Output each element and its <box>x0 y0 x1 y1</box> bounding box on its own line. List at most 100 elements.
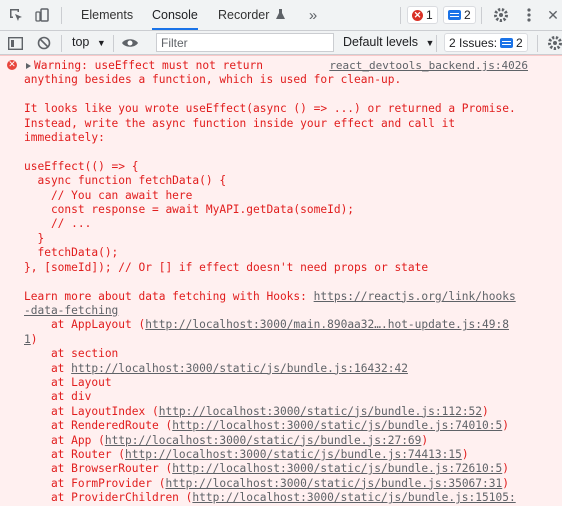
stack-frame-text: at LayoutIndex ( <box>24 404 159 418</box>
message-line: immediately: <box>24 131 105 145</box>
stack-frame-text: at RenderedRoute ( <box>24 419 173 433</box>
message-line: // ... <box>24 217 92 231</box>
stack-frame: at Layout <box>24 376 554 390</box>
console-toolbar: top ▼ Default levels ▼ 2 Issues: 2 <box>0 31 562 55</box>
tab-elements[interactable]: Elements <box>81 0 133 30</box>
stack-frame: at Router (http://localhost:3000/static/… <box>24 448 554 462</box>
stack-frame-link[interactable]: http://localhost:3000/static/js/bundle.j… <box>192 491 515 504</box>
more-options-icon[interactable] <box>520 6 538 24</box>
stack-frame: at BrowserRouter (http://localhost:3000/… <box>24 462 554 476</box>
warning-first-line: Warning: useEffect must not return <box>34 59 264 72</box>
learn-more-text: Learn more about data fetching with Hook… <box>24 289 314 303</box>
stack-frame-text: at div <box>24 390 92 404</box>
message-body: anything besides a function, which is us… <box>24 73 554 289</box>
filter-input[interactable] <box>156 33 334 52</box>
message-line <box>24 88 554 102</box>
divider <box>537 35 538 52</box>
stack-frame: at http://localhost:3000/static/js/bundl… <box>24 362 554 376</box>
error-count-badge[interactable]: ✕ 1 <box>407 6 438 24</box>
log-levels-label: Default levels <box>343 35 419 49</box>
tab-console[interactable]: Console <box>152 0 198 30</box>
more-tabs-chevron-icon[interactable]: » <box>304 6 322 24</box>
device-toolbar-icon[interactable] <box>33 6 51 24</box>
error-icon: ✕ <box>412 9 423 21</box>
stack-frame-text: at App ( <box>24 433 105 447</box>
clear-console-icon[interactable] <box>35 34 53 52</box>
dropdown-arrow-icon: ▼ <box>425 38 435 48</box>
divider <box>61 35 62 52</box>
message-line: }, [someId]); // Or [] if effect doesn't… <box>24 260 429 274</box>
context-selector[interactable]: top ▼ <box>72 35 106 49</box>
log-levels-dropdown[interactable]: Default levels ▼ <box>343 35 434 49</box>
stack-frame-link[interactable]: http://localhost:3000/static/js/bundle.j… <box>172 462 502 475</box>
console-settings-gear-icon[interactable] <box>546 34 562 52</box>
divider <box>61 7 62 24</box>
stack-frame-text: at AppLayout ( <box>24 318 146 332</box>
error-circle-icon: ✕ <box>7 60 17 70</box>
stack-frame-link[interactable]: http://localhost:3000/main.890aa32….hot-… <box>145 318 509 331</box>
stack-frame-text: at ProviderChildren ( <box>24 491 193 505</box>
issues-button[interactable]: 2 Issues: 2 <box>444 33 528 52</box>
tab-recorder-label: Recorder <box>218 8 270 22</box>
stack-frame-text: at Layout <box>24 375 112 389</box>
stack-frame-suffix: ) <box>482 404 489 418</box>
stack-frame-text: at section <box>24 347 119 361</box>
close-devtools-icon[interactable]: ✕ <box>544 6 562 24</box>
stack-frame: at section <box>24 347 554 361</box>
message-line: // You can await here <box>24 188 193 202</box>
message-count: 2 <box>464 8 471 22</box>
error-count: 1 <box>426 8 433 22</box>
error-message: Warning: useEffect must not return anyth… <box>24 59 554 506</box>
hooks-docs-link[interactable]: https://reactjs.org/link/hooks <box>314 290 516 303</box>
message-line: } <box>24 231 45 245</box>
stack-frame: at RenderedRoute (http://localhost:3000/… <box>24 419 554 433</box>
stack-frame: at FormProvider (http://localhost:3000/s… <box>24 477 554 491</box>
message-line: It looks like you wrote useEffect(async … <box>24 102 516 116</box>
stack-frame-link[interactable]: http://localhost:3000/static/js/bundle.j… <box>105 434 422 447</box>
stack-frame: at App (http://localhost:3000/static/js/… <box>24 434 554 448</box>
message-icon <box>448 10 461 20</box>
message-line: fetchData(); <box>24 246 119 260</box>
stack-frame-link[interactable]: http://localhost:3000/static/js/bundle.j… <box>172 419 502 432</box>
hooks-docs-link-continued[interactable]: -data-fetching <box>24 304 118 317</box>
stack-frame-text: at Router ( <box>24 447 126 461</box>
message-line: Instead, write the async function inside… <box>24 116 456 130</box>
stack-frame: at ProviderChildren (http://localhost:30… <box>24 491 554 505</box>
dropdown-arrow-icon: ▼ <box>96 38 106 48</box>
divider <box>113 35 114 52</box>
tab-recorder[interactable]: Recorder <box>218 0 285 30</box>
message-line: anything besides a function, which is us… <box>24 73 402 87</box>
stack-frame: at LayoutIndex (http://localhost:3000/st… <box>24 405 554 419</box>
stack-frame-link[interactable]: http://localhost:3000/static/js/bundle.j… <box>125 448 462 461</box>
stack-frame-text: at BrowserRouter ( <box>24 462 173 476</box>
stack-frame: at AppLayout (http://localhost:3000/main… <box>24 318 554 332</box>
stack-frame: at div <box>24 390 554 404</box>
stack-frame-link[interactable]: http://localhost:3000/static/js/bundle.j… <box>165 477 502 490</box>
stack-frame-suffix: ) <box>502 462 509 476</box>
divider <box>400 7 401 24</box>
message-count-badge[interactable]: 2 <box>443 6 476 24</box>
stack-frame: 1) <box>24 333 554 347</box>
stack-frame-suffix: ) <box>30 332 38 346</box>
stack-frame-suffix: ) <box>461 447 469 461</box>
stack-frame-link[interactable]: http://localhost:3000/static/js/bundle.j… <box>159 405 482 418</box>
message-line <box>24 145 554 159</box>
divider <box>436 35 437 52</box>
issues-count: 2 <box>516 35 523 50</box>
console-output: ✕ react_devtools_backend.js:4026 Warning… <box>0 55 562 506</box>
stack-trace: at AppLayout (http://localhost:3000/main… <box>24 318 554 505</box>
stack-frame-link[interactable]: http://localhost:3000/static/js/bundle.j… <box>71 362 408 375</box>
message-line <box>24 275 554 289</box>
issues-message-icon <box>500 37 514 48</box>
eye-icon[interactable] <box>121 34 139 52</box>
stack-frame-text: at <box>24 361 72 375</box>
divider <box>481 7 482 24</box>
stack-frame-suffix: ) <box>421 433 429 447</box>
context-value: top <box>72 35 90 49</box>
settings-gear-icon[interactable] <box>492 6 510 24</box>
message-line: useEffect(() => { <box>24 159 139 173</box>
devtools-tab-bar: Elements Console Recorder » ✕ 1 2 ✕ <box>0 0 562 31</box>
inspect-element-icon[interactable] <box>7 6 25 24</box>
sidebar-toggle-icon[interactable] <box>6 34 24 52</box>
stack-frame-link[interactable]: 1 <box>24 333 31 346</box>
